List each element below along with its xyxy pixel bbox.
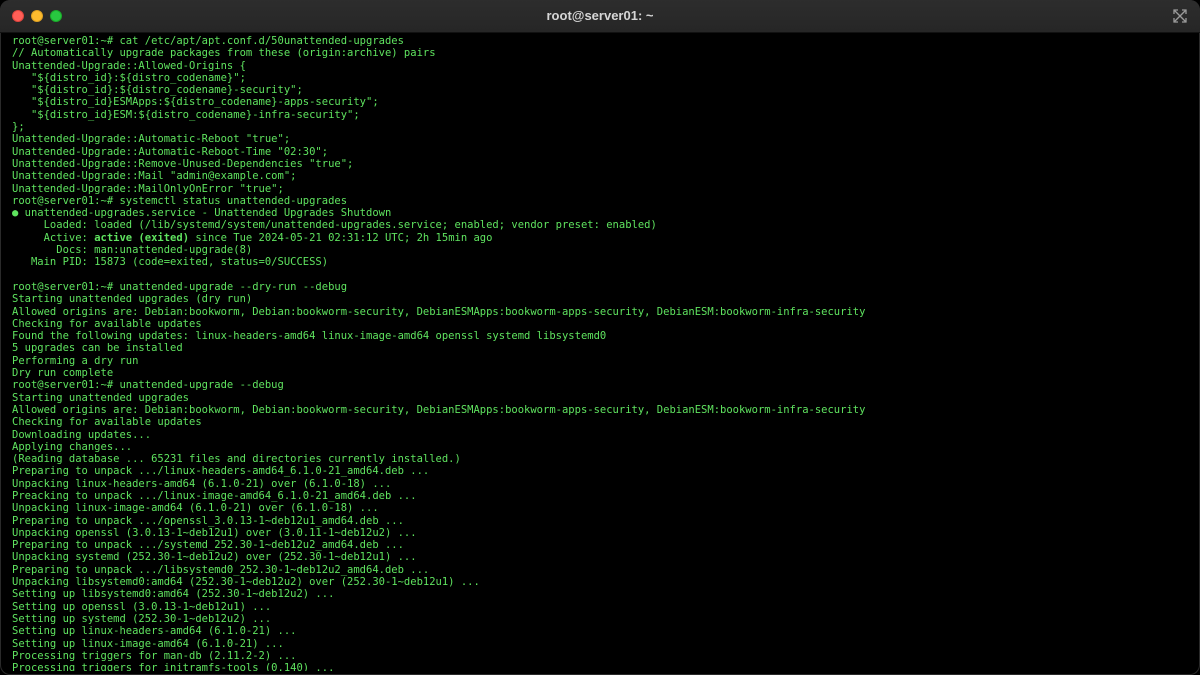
terminal-line: Unpacking systemd (252.30-1~deb12u2) ove… <box>12 551 417 564</box>
terminal-line: Unpacking openssl (3.0.13-1~deb12u1) ove… <box>12 526 417 539</box>
terminal-line: Active: active (exited) since Tue 2024-0… <box>12 232 1188 244</box>
terminal-line: Preparing to unpack .../libsystemd0_252.… <box>12 563 430 576</box>
terminal-line: Preparing to unpack .../linux-headers-am… <box>12 465 430 478</box>
terminal-line: Unattended-Upgrade::MailOnlyOnError "tru… <box>12 182 284 195</box>
terminal-line: Allowed origins are: Debian:bookworm, De… <box>12 305 866 318</box>
terminal-line: "${distro_id}ESM:${distro_codename}-infr… <box>12 108 360 121</box>
terminal-line: 5 upgrades can be installed <box>12 342 183 355</box>
terminal-line: Setting up linux-image-amd64 (6.1.0-21) … <box>12 637 284 650</box>
terminal-line: Unpacking libsystemd0:amd64 (252.30-1~de… <box>12 576 480 589</box>
terminal-line: Processing triggers for man-db (2.11.2-2… <box>12 649 297 662</box>
terminal-line: Processing triggers for initramfs-tools … <box>12 662 335 671</box>
terminal-line: Unattended-Upgrade::Mail "admin@example.… <box>12 170 297 183</box>
terminal-line: Setting up linux-headers-amd64 (6.1.0-21… <box>12 625 297 638</box>
terminal-line: Preparing to unpack .../openssl_3.0.13-1… <box>12 514 404 527</box>
terminal-line: // Automatically upgrade packages from t… <box>12 47 436 60</box>
terminal-line: root@server01:~# unattended-upgrade --de… <box>12 379 284 392</box>
terminal-line: root@server01:~# systemctl status unatte… <box>12 194 348 207</box>
terminal-line: Downloading updates... <box>12 428 152 441</box>
terminal-line: Setting up openssl (3.0.13-1~deb12u1) ..… <box>12 600 272 613</box>
status-value: active (exited) <box>94 231 190 244</box>
terminal-line: "${distro_id}ESMApps:${distro_codename}-… <box>12 96 379 109</box>
terminal-line: Preparing to unpack .../systemd_252.30-1… <box>12 539 404 552</box>
terminal-line: root@server01:~# cat /etc/apt/apt.conf.d… <box>12 35 404 47</box>
terminal-line: Loaded: loaded (/lib/systemd/system/unat… <box>12 219 657 232</box>
terminal-window: root@server01: ~ root@server01:~# cat /e… <box>0 0 1200 675</box>
terminal-line: Setting up libsystemd0:amd64 (252.30-1~d… <box>12 588 335 601</box>
terminal-line: root@server01:~# unattended-upgrade --dr… <box>12 280 348 293</box>
terminal-line: Unpacking linux-headers-amd64 (6.1.0-21)… <box>12 477 392 490</box>
terminal-line: Found the following updates: linux-heade… <box>12 330 607 343</box>
terminal-line: Preacking to unpack .../linux-image-amd6… <box>12 489 417 502</box>
terminal-line: Starting unattended upgrades (dry run) <box>12 293 253 306</box>
title-bar[interactable]: root@server01: ~ <box>0 0 1200 33</box>
terminal-line: Checking for available updates <box>12 416 202 429</box>
terminal-line: }; <box>12 121 25 134</box>
terminal-output[interactable]: root@server01:~# cat /etc/apt/apt.conf.d… <box>12 35 1188 671</box>
status-detail: since Tue 2024-05-21 02:31:12 UTC; 2h 15… <box>189 231 493 244</box>
terminal-line: Unattended-Upgrade::Automatic-Reboot-Tim… <box>12 145 329 158</box>
terminal-line: Allowed origins are: Debian:bookworm, De… <box>12 403 866 416</box>
terminal-line: Dry run complete <box>12 367 114 380</box>
terminal-line: "${distro_id}:${distro_codename}"; <box>12 71 246 84</box>
status-label: Active: <box>12 231 95 244</box>
terminal-line: Performing a dry run <box>12 354 139 367</box>
terminal-line: Unattended-Upgrade::Automatic-Reboot "tr… <box>12 133 291 146</box>
terminal-line: ● unattended-upgrades.service - Unattend… <box>12 207 392 220</box>
terminal-line: Applying changes... <box>12 440 133 453</box>
terminal-line: Checking for available updates <box>12 317 202 330</box>
fullscreen-icon[interactable] <box>1172 8 1188 24</box>
terminal-line: Unattended-Upgrade::Allowed-Origins { <box>12 59 246 72</box>
terminal-line: (Reading database ... 65231 files and di… <box>12 453 461 466</box>
terminal-line: Main PID: 15873 (code=exited, status=0/S… <box>12 256 329 269</box>
terminal-line: Docs: man:unattended-upgrade(8) <box>12 244 253 257</box>
terminal-line: "${distro_id}:${distro_codename}-securit… <box>12 84 303 97</box>
window-title: root@server01: ~ <box>546 8 654 23</box>
terminal-line: Setting up systemd (252.30-1~deb12u2) ..… <box>12 612 272 625</box>
terminal-line: Unpacking linux-image-amd64 (6.1.0-21) o… <box>12 502 379 515</box>
terminal-line: Unattended-Upgrade::Remove-Unused-Depend… <box>12 157 354 170</box>
terminal-line: Starting unattended upgrades <box>12 391 190 404</box>
